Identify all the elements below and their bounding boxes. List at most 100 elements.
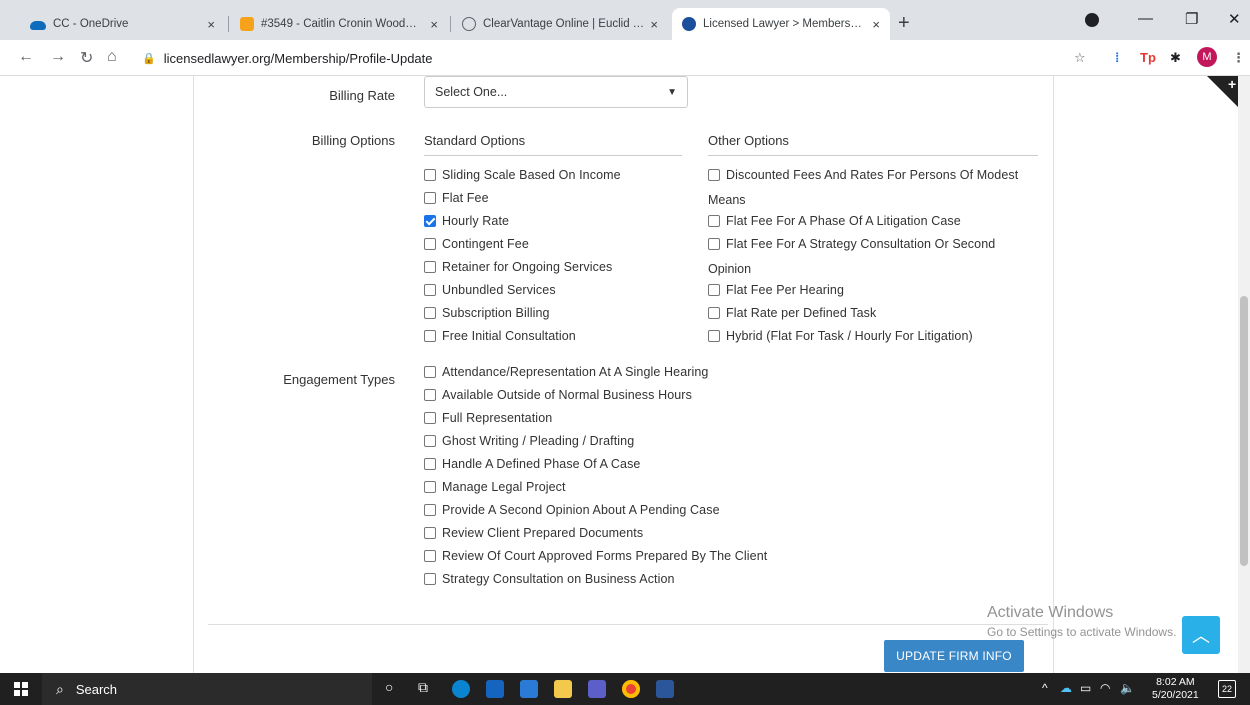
option-sliding-scale[interactable]: Sliding Scale Based On Income [424, 168, 621, 182]
new-tab-button[interactable]: + [898, 13, 910, 33]
taskbar-clock[interactable]: 8:02 AM 5/20/2021 [1152, 676, 1199, 702]
checkbox[interactable] [424, 412, 436, 424]
store-icon[interactable] [520, 680, 538, 698]
notification-center-icon[interactable]: 22 [1218, 680, 1236, 698]
engagement-court-forms[interactable]: Review Of Court Approved Forms Prepared … [424, 549, 767, 563]
engagement-ghost-writing[interactable]: Ghost Writing / Pleading / Drafting [424, 434, 634, 448]
scroll-to-top-button[interactable]: ︿ [1182, 616, 1220, 654]
engagement-outside-hours[interactable]: Available Outside of Normal Business Hou… [424, 388, 692, 402]
checkbox[interactable] [424, 366, 436, 378]
file-explorer-icon[interactable] [554, 680, 572, 698]
checkbox[interactable] [424, 192, 436, 204]
checkbox[interactable] [424, 284, 436, 296]
extension-bars-icon[interactable]: ⁞ [1115, 50, 1119, 65]
update-firm-info-button[interactable]: UPDATE FIRM INFO [884, 640, 1024, 672]
tp-extension-icon[interactable]: Tp [1140, 50, 1156, 65]
battery-icon[interactable]: ▭ [1080, 681, 1091, 695]
chevron-up-icon: ︿ [1192, 626, 1210, 646]
plus-icon[interactable]: + [1228, 76, 1236, 92]
profile-icon[interactable] [1085, 13, 1099, 27]
checkbox[interactable] [708, 169, 720, 181]
menu-kebab-icon[interactable]: ⋮ [1232, 50, 1245, 66]
checkbox[interactable] [424, 435, 436, 447]
puzzle-icon[interactable]: ✱ [1170, 50, 1181, 66]
taskbar-search[interactable]: ⌕ Search [42, 673, 372, 705]
billing-rate-select[interactable]: Select One... ▼ [424, 76, 688, 108]
option-contingent-fee[interactable]: Contingent Fee [424, 237, 529, 251]
option-flat-rate-task[interactable]: Flat Rate per Defined Task [708, 306, 876, 320]
cortana-icon[interactable]: ○ [385, 679, 393, 695]
option-hybrid[interactable]: Hybrid (Flat For Task / Hourly For Litig… [708, 329, 973, 343]
forward-arrow-icon[interactable]: → [50, 48, 66, 66]
teams-icon[interactable] [588, 680, 606, 698]
address-bar[interactable]: 🔒 licensedlawyer.org/Membership/Profile-… [132, 44, 1062, 72]
checkbox[interactable] [424, 573, 436, 585]
checkbox[interactable] [424, 504, 436, 516]
restore-button[interactable]: ❐ [1185, 10, 1198, 28]
option-free-consultation[interactable]: Free Initial Consultation [424, 329, 576, 343]
tab-clearvantage[interactable]: ClearVantage Online | Euclid Tech... × [452, 8, 668, 40]
wifi-icon[interactable]: ◠ [1100, 681, 1110, 695]
checkbox[interactable] [424, 330, 436, 342]
checkbox[interactable] [708, 215, 720, 227]
home-icon[interactable]: ⌂ [107, 48, 117, 66]
url-text: licensedlawyer.org/Membership/Profile-Up… [163, 50, 433, 66]
checkbox-checked[interactable] [424, 215, 436, 227]
checkbox[interactable] [424, 389, 436, 401]
option-retainer[interactable]: Retainer for Ongoing Services [424, 260, 612, 274]
checkbox[interactable] [424, 307, 436, 319]
content-left-border [193, 76, 194, 673]
checkbox[interactable] [708, 330, 720, 342]
avatar[interactable]: M [1197, 47, 1217, 67]
edge-icon[interactable] [452, 680, 470, 698]
chrome-icon[interactable] [622, 680, 640, 698]
checkbox[interactable] [424, 527, 436, 539]
engagement-second-opinion[interactable]: Provide A Second Opinion About A Pending… [424, 503, 720, 517]
option-flat-fee-litigation[interactable]: Flat Fee For A Phase Of A Litigation Cas… [708, 214, 961, 228]
close-icon[interactable]: × [430, 17, 438, 32]
engagement-manage-project[interactable]: Manage Legal Project [424, 480, 566, 494]
checkbox[interactable] [424, 550, 436, 562]
checkbox[interactable] [708, 307, 720, 319]
option-discounted-fees[interactable]: Discounted Fees And Rates For Persons Of… [708, 168, 1018, 182]
engagement-review-documents[interactable]: Review Client Prepared Documents [424, 526, 643, 540]
tab-licensed-lawyer[interactable]: Licensed Lawyer > Membership... × [672, 8, 890, 40]
minimize-button[interactable]: — [1138, 10, 1153, 27]
star-icon[interactable]: ☆ [1074, 50, 1086, 66]
task-view-icon[interactable]: ⧉ [418, 679, 428, 696]
close-icon[interactable]: × [207, 17, 215, 32]
option-flat-fee-strategy[interactable]: Flat Fee For A Strategy Consultation Or … [708, 237, 995, 251]
chevron-up-icon[interactable]: ^ [1042, 681, 1048, 695]
volume-icon[interactable]: 🔈 [1120, 681, 1135, 695]
option-unbundled[interactable]: Unbundled Services [424, 283, 556, 297]
tab-caitlin[interactable]: #3549 - Caitlin Cronin Woodwar... × [230, 8, 448, 40]
option-flat-fee[interactable]: Flat Fee [424, 191, 489, 205]
back-arrow-icon[interactable]: ← [18, 48, 34, 66]
option-hourly-rate[interactable]: Hourly Rate [424, 214, 509, 228]
notification-count: 22 [1221, 684, 1232, 694]
outlook-icon[interactable] [486, 680, 504, 698]
scrollbar-thumb[interactable] [1240, 296, 1248, 566]
billing-rate-label: Billing Rate [329, 88, 395, 103]
checkbox[interactable] [424, 169, 436, 181]
checkbox[interactable] [424, 238, 436, 250]
checkbox[interactable] [708, 238, 720, 250]
reload-icon[interactable]: ↻ [80, 48, 93, 68]
windows-start-icon[interactable] [14, 682, 28, 696]
option-subscription[interactable]: Subscription Billing [424, 306, 550, 320]
engagement-strategy-consultation[interactable]: Strategy Consultation on Business Action [424, 572, 675, 586]
checkbox[interactable] [424, 458, 436, 470]
tab-onedrive[interactable]: CC - OneDrive × [20, 8, 225, 40]
checkbox[interactable] [708, 284, 720, 296]
engagement-single-hearing[interactable]: Attendance/Representation At A Single He… [424, 365, 709, 379]
engagement-full-representation[interactable]: Full Representation [424, 411, 552, 425]
engagement-defined-phase[interactable]: Handle A Defined Phase Of A Case [424, 457, 640, 471]
close-icon[interactable]: × [650, 17, 658, 32]
close-icon[interactable]: × [872, 17, 880, 32]
word-icon[interactable] [656, 680, 674, 698]
checkbox[interactable] [424, 261, 436, 273]
option-flat-fee-hearing[interactable]: Flat Fee Per Hearing [708, 283, 844, 297]
window-close-button[interactable]: ✕ [1228, 10, 1241, 28]
onedrive-tray-icon[interactable]: ☁ [1060, 681, 1072, 695]
checkbox[interactable] [424, 481, 436, 493]
